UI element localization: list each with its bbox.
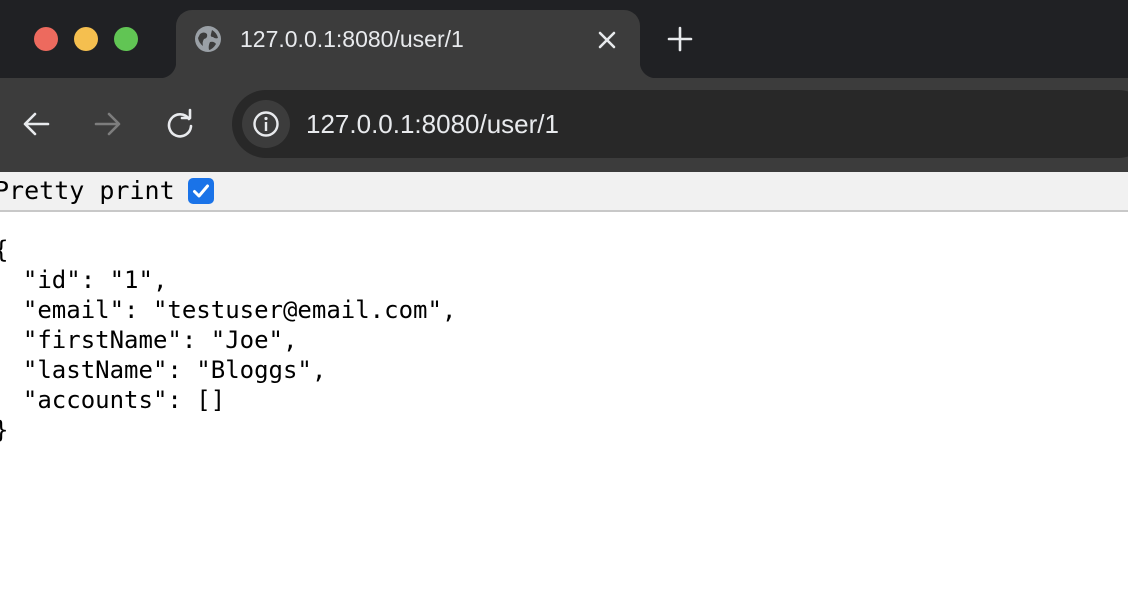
url-text: 127.0.0.1:8080/user/1 [306, 109, 559, 139]
pretty-print-checkbox[interactable] [188, 178, 214, 204]
window-minimize-button[interactable] [74, 27, 98, 51]
json-line: "email": "testuser@email.com", [0, 296, 457, 324]
window-zoom-button[interactable] [114, 27, 138, 51]
json-content: { "id": "1", "email": "testuser@email.co… [0, 235, 456, 445]
back-arrow-icon[interactable] [20, 108, 52, 140]
json-line: "accounts": [] [0, 386, 226, 414]
globe-icon [195, 26, 221, 52]
reload-icon[interactable] [164, 108, 196, 140]
site-info-button[interactable] [242, 100, 290, 148]
tab-title: 127.0.0.1:8080/user/1 [240, 26, 464, 52]
json-line: "lastName": "Bloggs", [0, 356, 327, 384]
address-bar[interactable]: 127.0.0.1:8080/user/1 [232, 90, 1128, 158]
tab-strip: 127.0.0.1:8080/user/1 [0, 0, 1128, 78]
browser-toolbar: 127.0.0.1:8080/user/1 [0, 78, 1128, 172]
plus-icon[interactable] [666, 25, 694, 53]
pretty-print-label: Pretty print [0, 176, 175, 205]
json-line: "firstName": "Joe", [0, 326, 298, 354]
checkmark-icon [193, 184, 209, 198]
active-tab[interactable]: 127.0.0.1:8080/user/1 [160, 10, 656, 78]
json-line: "id": "1", [0, 266, 168, 294]
pretty-print-bar: Pretty print [0, 172, 1128, 212]
json-line: } [0, 415, 456, 445]
forward-arrow-icon[interactable] [92, 108, 124, 140]
window-close-button[interactable] [34, 27, 58, 51]
json-line: { [0, 235, 456, 265]
close-icon[interactable] [594, 27, 620, 53]
info-icon [253, 111, 279, 137]
